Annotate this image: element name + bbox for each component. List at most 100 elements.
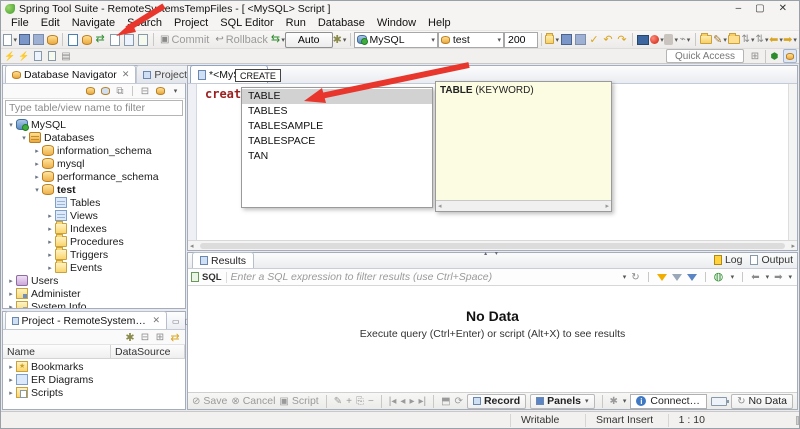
duplicate-row-icon[interactable]: ⎘ [356, 396, 364, 407]
apply-filter-icon[interactable] [656, 273, 667, 281]
auto-commit-button[interactable]: Auto [284, 31, 333, 48]
scroll-left-icon[interactable]: ◂ [188, 242, 196, 250]
format-icon[interactable]: ✓ [587, 33, 601, 47]
nav-collapse-all-icon[interactable]: ⊟ [139, 85, 151, 97]
editor-horizontal-scrollbar[interactable]: ◂ ▸ [188, 240, 797, 250]
save-file-icon[interactable] [559, 33, 573, 47]
data-settings-caret-icon[interactable]: ▾ [731, 273, 735, 281]
navigator-filter-input[interactable]: Type table/view name to filter [5, 100, 183, 116]
output-button[interactable]: Output [750, 254, 793, 266]
tree-item-information_schema[interactable]: ▸ information_schema [3, 144, 185, 157]
open-perspective-icon[interactable]: ⊞ [748, 49, 762, 63]
view-menu-icon[interactable]: ▾ [169, 85, 181, 97]
expander-icon[interactable]: ▸ [45, 264, 55, 272]
nav-forward-icon[interactable]: ➡ [774, 272, 782, 283]
open-project-icon[interactable] [699, 33, 713, 47]
open-resource-icon[interactable] [727, 33, 741, 47]
sort-desc-icon[interactable]: ⇅ ▾ [755, 33, 769, 47]
completion-item-table[interactable]: TABLE [242, 89, 432, 104]
tree-item-indexes[interactable]: ▸ Indexes [3, 221, 185, 235]
expander-icon[interactable]: ▸ [32, 160, 42, 168]
annotate-icon[interactable]: ✎ ▾ [713, 33, 727, 47]
minimize-button[interactable]: – [736, 3, 742, 14]
expander-icon[interactable]: ▸ [6, 363, 16, 371]
editor-vertical-scrollbar[interactable] [788, 84, 797, 240]
tree-item-views[interactable]: ▸ Views [3, 209, 185, 222]
execute-statement-icon[interactable]: ⚡ [3, 49, 17, 63]
maximize-button[interactable]: ▢ [755, 3, 764, 14]
filter-history-icon[interactable]: ▾ [623, 273, 627, 281]
fetch-all-icon[interactable]: ⟳ [455, 396, 463, 407]
expander-icon[interactable]: ▾ [6, 121, 16, 129]
tree-item-er-diagrams[interactable]: ▸ ER Diagrams [3, 373, 185, 386]
tab-project[interactable]: Project - RemoteSystemsTempFiles ✕ [5, 311, 167, 329]
new-sql-editor-icon[interactable] [66, 33, 80, 47]
last-row-icon[interactable]: ▸| [418, 396, 426, 407]
save-button[interactable]: ⊘ Save [192, 395, 227, 407]
stop-icon[interactable]: ▾ [664, 33, 678, 47]
proj-settings-icon[interactable]: ✱ [124, 331, 136, 344]
open-sql-console-icon[interactable]: ⇄ [94, 33, 108, 47]
save-icon[interactable] [17, 33, 31, 47]
custom-filter-icon[interactable] [686, 273, 697, 281]
proj-link-editor-icon[interactable]: ⇄ [169, 331, 181, 344]
open-file-icon[interactable]: ▾ [545, 33, 559, 47]
connection-combo[interactable]: MySQL ▾ [353, 31, 438, 48]
menu-file[interactable]: File [5, 16, 35, 30]
tab-close-icon[interactable]: ✕ [122, 69, 130, 80]
filter-expression-input[interactable]: Enter a SQL expression to filter results… [231, 271, 618, 283]
quick-access-box[interactable]: Quick Access [665, 49, 744, 63]
expander-icon[interactable]: ▾ [32, 186, 42, 194]
menu-database[interactable]: Database [312, 16, 371, 30]
info-horizontal-scrollbar[interactable]: ◂ ▸ [436, 200, 611, 211]
menu-run[interactable]: Run [280, 16, 312, 30]
log-button[interactable]: Log [713, 254, 742, 266]
expander-icon[interactable]: ▸ [32, 173, 42, 181]
expander-icon[interactable]: ▸ [6, 290, 16, 298]
menu-project[interactable]: Project [168, 16, 214, 30]
tree-item-administer[interactable]: ▸ Administer [3, 287, 185, 300]
script-button[interactable]: ▣ Script [279, 395, 318, 407]
tab-results[interactable]: Results [192, 252, 255, 268]
nav-refresh-icon[interactable] [84, 85, 96, 97]
nav-back-caret-icon[interactable]: ▾ [766, 273, 770, 281]
row-count-button[interactable]: ↻ No Data [731, 393, 793, 409]
tree-item-triggers[interactable]: ▸ Triggers [3, 247, 185, 261]
expander-icon[interactable]: ▸ [6, 376, 16, 384]
menu-edit[interactable]: Edit [35, 16, 66, 30]
tree-item-test[interactable]: ▾ test [3, 183, 185, 196]
refresh-db-icon[interactable] [45, 33, 59, 47]
rollback-button[interactable]: ↩ Rollback [212, 34, 271, 46]
analyze-icon[interactable]: ▤ [59, 49, 73, 63]
save-all-icon[interactable] [31, 33, 45, 47]
column-name[interactable]: Name [3, 345, 111, 358]
execute-script-icon[interactable]: ⚡ [17, 49, 31, 63]
menu-navigate[interactable]: Navigate [66, 16, 121, 30]
menu-sql-editor[interactable]: SQL Editor [214, 16, 279, 30]
export-result-icon[interactable] [45, 49, 59, 63]
transaction-settings-icon[interactable]: ✱ ▾ [333, 33, 347, 47]
new-wizard-icon[interactable]: ▾ [3, 33, 17, 47]
nav-link-icon[interactable]: ⧉ [114, 85, 126, 97]
tree-item-users[interactable]: ▸ Users [3, 274, 185, 287]
tree-item-tables[interactable]: Tables [3, 196, 185, 209]
expander-icon[interactable]: ▸ [45, 212, 55, 220]
close-button[interactable]: ✕ [779, 3, 787, 14]
tree-item-mysql[interactable]: ▸ mysql [3, 157, 185, 170]
tree-item-mysql[interactable]: ▾ MySQL [3, 118, 185, 131]
run-icon[interactable]: ▾ [650, 33, 664, 47]
proj-expand-all-icon[interactable]: ⊞ [154, 331, 166, 343]
result-settings-caret-icon[interactable]: ▾ [623, 397, 627, 405]
proj-collapse-all-icon[interactable]: ⊟ [139, 331, 151, 343]
minimize-view-icon[interactable]: ▭ [172, 317, 180, 326]
expander-icon[interactable]: ▸ [32, 147, 42, 155]
refresh-icon[interactable]: ↻ [631, 272, 639, 283]
menu-help[interactable]: Help [422, 16, 457, 30]
tab-database-navigator[interactable]: Database Navigator ✕ [5, 65, 137, 83]
menu-search[interactable]: Search [121, 16, 168, 30]
cancel-button[interactable]: ⊗ Cancel [231, 395, 275, 407]
tree-item-bookmarks[interactable]: ▸ Bookmarks [3, 360, 185, 373]
transaction-mode-icon[interactable]: ⇆ ▾ [271, 33, 285, 47]
sort-asc-icon[interactable]: ⇅ ▾ [741, 33, 755, 47]
expander-icon[interactable]: ▸ [6, 277, 16, 285]
